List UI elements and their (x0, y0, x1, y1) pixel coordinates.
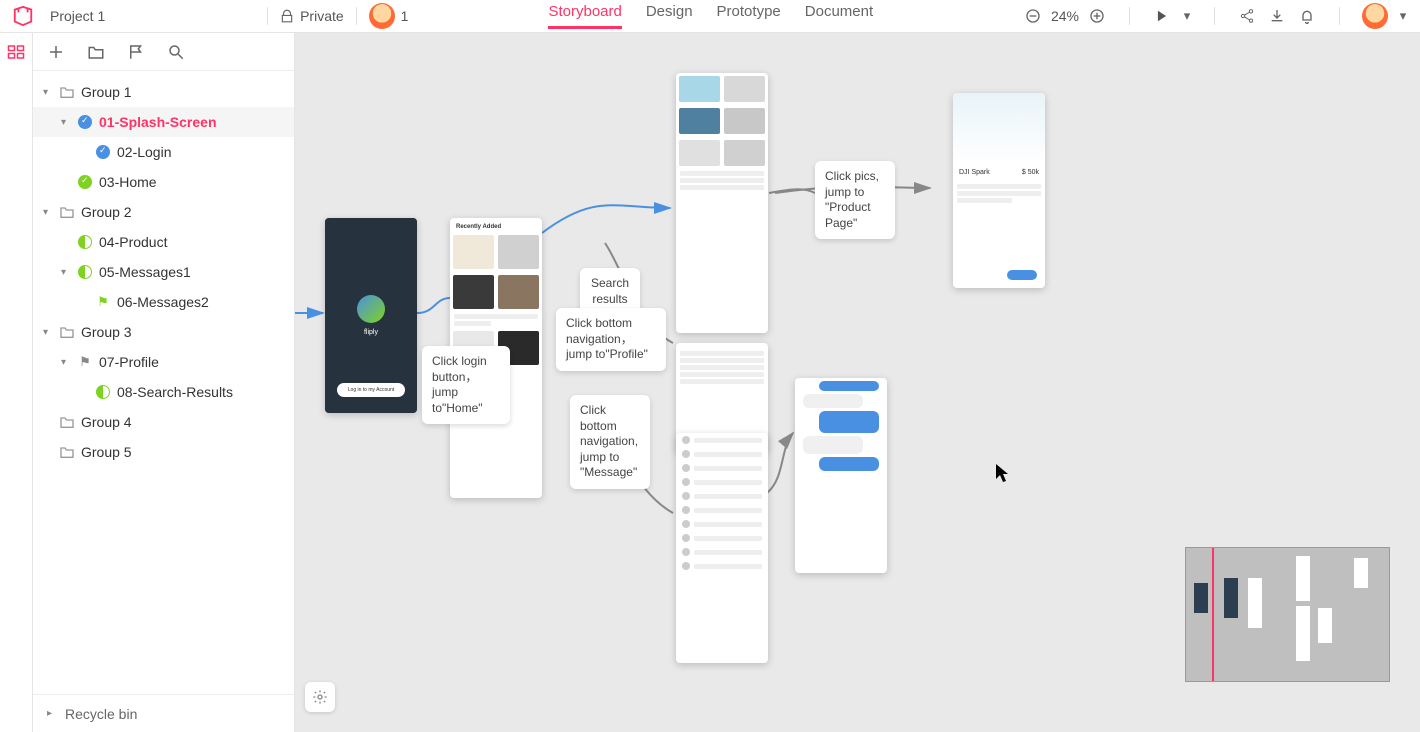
canvas-settings-button[interactable] (305, 682, 335, 712)
tree-group-1[interactable]: ▾ Group 1 (33, 77, 294, 107)
privacy-label: Private (300, 8, 344, 24)
lock-icon (280, 9, 294, 23)
page-tree: ▾ Group 1 ▾ 01-Splash-Screen 02-Login 03… (33, 71, 294, 694)
cursor-icon (995, 463, 1011, 488)
storyboard-canvas[interactable]: fliply Log in to my Account Recently Add… (295, 33, 1420, 732)
play-dropdown[interactable]: ▾ (1182, 6, 1192, 26)
avatar-monkey-icon (369, 3, 395, 29)
note-pics[interactable]: Click pics, jump to "Product Page" (815, 161, 895, 239)
app-logo-icon (12, 5, 34, 27)
tree-page-splash[interactable]: ▾ 01-Splash-Screen (33, 107, 294, 137)
download-icon[interactable] (1267, 6, 1287, 26)
add-page-icon[interactable] (47, 43, 65, 61)
sidebar-toolbar (33, 33, 294, 71)
gear-icon (312, 689, 328, 705)
tree-group-4[interactable]: Group 4 (33, 407, 294, 437)
folder-icon (59, 414, 75, 430)
user-avatar[interactable] (1362, 3, 1388, 29)
tree-group-3[interactable]: ▾ Group 3 (33, 317, 294, 347)
tree-group-2[interactable]: ▾ Group 2 (33, 197, 294, 227)
recycle-bin-button[interactable]: ▸ Recycle bin (33, 694, 294, 732)
half-green-icon (95, 384, 111, 400)
canvas-screen-search[interactable] (676, 73, 768, 333)
page-tree-sidebar: ▾ Group 1 ▾ 01-Splash-Screen 02-Login 03… (33, 33, 295, 732)
minimap[interactable] (1185, 547, 1390, 682)
flag-green-icon: ⚑ (95, 294, 111, 310)
reviewed-green-icon (77, 174, 93, 190)
canvas-screen-chat[interactable] (795, 378, 887, 573)
tree-page-login[interactable]: 02-Login (33, 137, 294, 167)
play-button[interactable] (1152, 6, 1172, 26)
tree-page-home[interactable]: 03-Home (33, 167, 294, 197)
canvas-screen-product[interactable]: DJI Spark $ 50k (953, 93, 1045, 288)
collaborators-button[interactable]: 1 (369, 3, 409, 29)
recycle-label: Recycle bin (65, 706, 137, 722)
folder-icon (59, 204, 75, 220)
user-count: 1 (401, 8, 409, 24)
folder-icon (59, 444, 75, 460)
canvas-screen-messages[interactable] (676, 433, 768, 663)
mode-tabs: Storyboard Design Prototype Document (548, 3, 873, 29)
tree-group-5[interactable]: Group 5 (33, 437, 294, 467)
storyboard-rail-icon[interactable] (7, 43, 25, 61)
tab-design[interactable]: Design (646, 3, 693, 29)
project-name[interactable]: Project 1 (50, 8, 105, 24)
half-green-icon (77, 264, 93, 280)
note-message[interactable]: Click bottom navigation, jump to "Messag… (570, 395, 650, 489)
tab-document[interactable]: Document (805, 3, 873, 29)
tab-prototype[interactable]: Prototype (717, 3, 781, 29)
folder-icon (59, 324, 75, 340)
left-rail (0, 33, 33, 732)
reviewed-blue-icon (95, 144, 111, 160)
tree-page-search-results[interactable]: 08-Search-Results (33, 377, 294, 407)
share-icon[interactable] (1237, 6, 1257, 26)
zoom-level: 24% (1051, 8, 1079, 24)
half-green-icon (77, 234, 93, 250)
tree-page-messages2[interactable]: ⚑ 06-Messages2 (33, 287, 294, 317)
flag-gray-icon: ⚑ (77, 354, 93, 370)
search-icon[interactable] (167, 43, 185, 61)
folder-icon (59, 84, 75, 100)
reviewed-blue-icon (77, 114, 93, 130)
app-header: Project 1 Private 1 Storyboard Design Pr… (0, 0, 1420, 33)
privacy-button[interactable]: Private (280, 8, 344, 24)
note-login[interactable]: Click login button，jump to"Home" (422, 346, 510, 424)
tree-page-profile[interactable]: ▾ ⚑ 07-Profile (33, 347, 294, 377)
add-folder-icon[interactable] (87, 43, 105, 61)
add-flag-icon[interactable] (127, 43, 145, 61)
zoom-control: 24% (1023, 6, 1107, 26)
zoom-out-button[interactable] (1023, 6, 1043, 26)
tree-page-product[interactable]: 04-Product (33, 227, 294, 257)
user-dropdown[interactable]: ▾ (1398, 6, 1408, 26)
tree-page-messages1[interactable]: ▾ 05-Messages1 (33, 257, 294, 287)
bell-icon[interactable] (1297, 6, 1317, 26)
canvas-screen-splash[interactable]: fliply Log in to my Account (325, 218, 417, 413)
note-profile[interactable]: Click bottom navigation，jump to"Profile" (556, 308, 666, 371)
zoom-in-button[interactable] (1087, 6, 1107, 26)
tab-storyboard[interactable]: Storyboard (548, 3, 621, 29)
